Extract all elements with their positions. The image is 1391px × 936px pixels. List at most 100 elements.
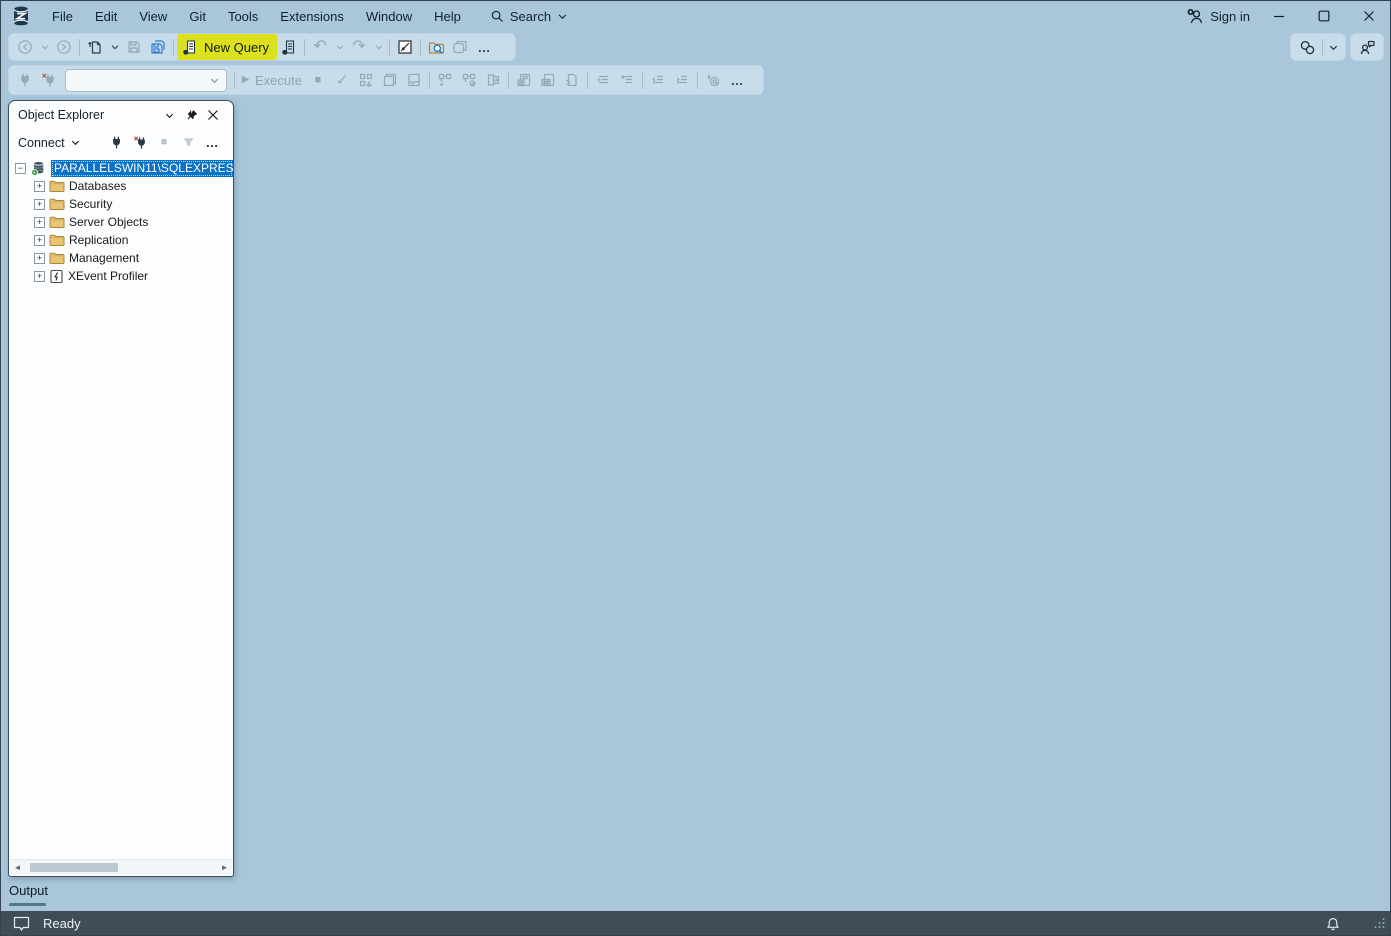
- sign-in-button[interactable]: Sign in: [1187, 8, 1250, 25]
- results-to-grid-icon[interactable]: [536, 68, 560, 92]
- results-to-text-icon[interactable]: [512, 68, 536, 92]
- menu-help[interactable]: Help: [423, 5, 472, 28]
- new-query-current-connection-button[interactable]: [277, 35, 301, 59]
- toolbar-overflow-button[interactable]: …: [472, 35, 496, 59]
- actual-plan-icon[interactable]: [433, 68, 457, 92]
- toolbar-separator: [697, 72, 698, 89]
- status-message: Ready: [43, 916, 81, 931]
- tree-row-replication[interactable]: + Replication: [9, 231, 233, 249]
- expand-expander[interactable]: +: [34, 181, 45, 192]
- navigate-forward-button[interactable]: [52, 35, 76, 59]
- folder-icon: [49, 179, 65, 193]
- toolbar-separator: [1322, 39, 1323, 56]
- change-connection-icon[interactable]: [37, 68, 61, 92]
- oe-stop-icon[interactable]: ■: [152, 132, 176, 154]
- redo-button[interactable]: ↷: [347, 35, 371, 59]
- oe-overflow-button[interactable]: …: [200, 132, 224, 154]
- expand-expander[interactable]: +: [34, 271, 45, 282]
- cancel-query-button[interactable]: ■: [306, 68, 330, 92]
- navigate-back-dropdown-icon[interactable]: [37, 35, 52, 59]
- feedback-bubble-icon[interactable]: [12, 915, 31, 932]
- decrease-indent-icon[interactable]: [646, 68, 670, 92]
- tree-row-xevent-profiler[interactable]: + XEvent Profiler: [9, 267, 233, 285]
- scroll-left-icon[interactable]: ◄: [10, 863, 25, 872]
- oe-filter-icon[interactable]: [176, 132, 200, 154]
- intellisense-icon[interactable]: [402, 68, 426, 92]
- scrollbar-thumb[interactable]: [30, 863, 118, 872]
- tab-output[interactable]: Output: [9, 883, 48, 898]
- template-parameters-icon[interactable]: [701, 68, 725, 92]
- available-databases-dropdown[interactable]: [65, 69, 227, 92]
- notifications-bell-icon[interactable]: [1325, 916, 1341, 932]
- horizontal-scrollbar[interactable]: ◄ ►: [10, 859, 232, 875]
- panel-options-chevron-icon[interactable]: [158, 105, 180, 125]
- results-to-file-icon[interactable]: [560, 68, 584, 92]
- menu-edit[interactable]: Edit: [84, 5, 128, 28]
- execute-button[interactable]: Execute: [255, 73, 302, 88]
- expand-expander[interactable]: +: [34, 199, 45, 210]
- connect-icon[interactable]: [13, 68, 37, 92]
- live-query-stats-icon[interactable]: [457, 68, 481, 92]
- web-browser-button[interactable]: [448, 35, 472, 59]
- toolbar-overflow-button[interactable]: …: [725, 68, 749, 92]
- tree-row-databases[interactable]: + Databases: [9, 177, 233, 195]
- scroll-right-icon[interactable]: ►: [217, 863, 232, 872]
- menu-tools[interactable]: Tools: [217, 5, 269, 28]
- expand-expander[interactable]: +: [34, 253, 45, 264]
- new-file-button[interactable]: [83, 35, 107, 59]
- save-all-button[interactable]: [146, 35, 170, 59]
- new-query-label: New Query: [204, 40, 269, 55]
- save-button[interactable]: [122, 35, 146, 59]
- minimize-button[interactable]: [1256, 0, 1301, 32]
- tree-row-server[interactable]: − PARALLELSWIN11\SQLEXPRESS (SQ: [9, 159, 233, 177]
- expand-expander[interactable]: +: [34, 217, 45, 228]
- toolbar-separator: [389, 39, 390, 56]
- increase-indent-icon[interactable]: [670, 68, 694, 92]
- object-explorer-title: Object Explorer: [18, 108, 158, 122]
- tree-row-server-objects[interactable]: + Server Objects: [9, 213, 233, 231]
- oe-connect-icon[interactable]: [104, 132, 128, 154]
- oe-disconnect-icon[interactable]: [128, 132, 152, 154]
- menu-window[interactable]: Window: [355, 5, 423, 28]
- object-explorer-header[interactable]: Object Explorer: [9, 101, 233, 129]
- connect-label: Connect: [18, 136, 65, 150]
- tree-label-databases: Databases: [69, 179, 126, 193]
- tree-row-management[interactable]: + Management: [9, 249, 233, 267]
- menu-file[interactable]: File: [41, 5, 84, 28]
- new-query-button[interactable]: New Query: [177, 34, 277, 60]
- folder-search-button[interactable]: [424, 35, 448, 59]
- scrollbar-track[interactable]: [25, 860, 217, 875]
- undo-button[interactable]: ↶: [308, 35, 332, 59]
- profiles-dropdown-icon[interactable]: [1326, 35, 1341, 59]
- client-statistics-icon[interactable]: [481, 68, 505, 92]
- undo-dropdown-icon[interactable]: [332, 35, 347, 59]
- send-feedback-icon[interactable]: [1355, 35, 1379, 59]
- comment-lines-icon[interactable]: [591, 68, 615, 92]
- estimated-plan-icon[interactable]: [354, 68, 378, 92]
- uncomment-lines-icon[interactable]: [615, 68, 639, 92]
- expand-expander[interactable]: +: [34, 235, 45, 246]
- close-panel-icon[interactable]: [202, 105, 224, 125]
- profiles-icon[interactable]: [1295, 35, 1319, 59]
- menu-view[interactable]: View: [128, 5, 178, 28]
- collapse-expander[interactable]: −: [15, 163, 26, 174]
- execute-play-icon[interactable]: ▶: [238, 68, 253, 92]
- resize-grip[interactable]: [1373, 917, 1385, 929]
- maximize-button[interactable]: [1301, 0, 1346, 32]
- new-file-dropdown-icon[interactable]: [107, 35, 122, 59]
- close-button[interactable]: [1346, 0, 1391, 32]
- navigate-back-button[interactable]: [13, 35, 37, 59]
- activity-monitor-button[interactable]: [393, 35, 417, 59]
- search-box[interactable]: Search: [482, 6, 576, 27]
- menu-extensions[interactable]: Extensions: [269, 5, 355, 28]
- tree-row-security[interactable]: + Security: [9, 195, 233, 213]
- toolbar-separator: [429, 72, 430, 89]
- query-options-icon[interactable]: [378, 68, 402, 92]
- pin-icon[interactable]: [180, 105, 202, 125]
- tree-label-server-objects: Server Objects: [69, 215, 148, 229]
- parse-button[interactable]: ✓: [330, 68, 354, 92]
- menu-git[interactable]: Git: [178, 5, 217, 28]
- new-query-icon: [182, 39, 199, 56]
- connect-dropdown[interactable]: Connect: [18, 136, 81, 150]
- redo-dropdown-icon[interactable]: [371, 35, 386, 59]
